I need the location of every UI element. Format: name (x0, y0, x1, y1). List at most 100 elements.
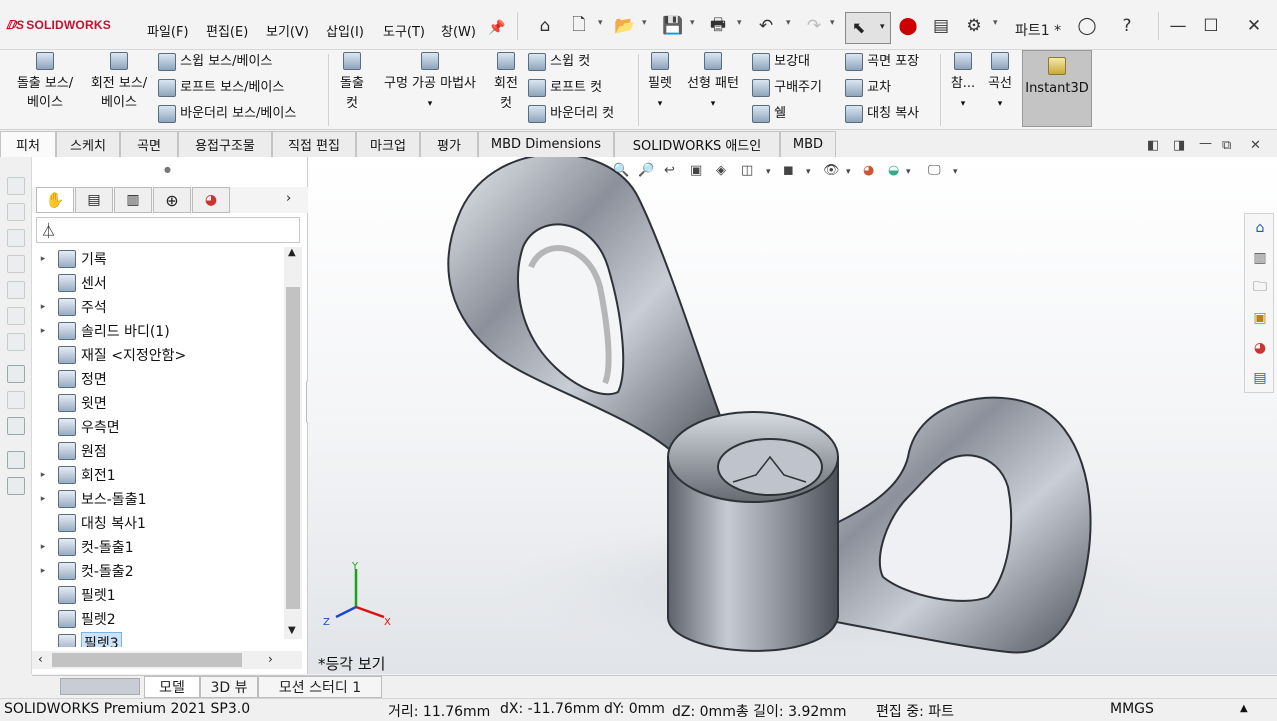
tree-item-fillet3[interactable]: 필렛3 (32, 631, 282, 647)
chevron-down-icon[interactable]: ▾ (375, 94, 485, 114)
redo-icon[interactable]: ↷ (802, 14, 826, 38)
tree-item-fillet2[interactable]: 필렛2 (32, 607, 282, 631)
tool-icon[interactable] (7, 255, 25, 273)
custom-properties-icon[interactable]: ▤ (1250, 368, 1270, 388)
tool-icon[interactable] (7, 477, 25, 495)
chevron-down-icon[interactable]: ▾ (682, 94, 744, 114)
curves-button[interactable]: 곡선 ▾ (985, 52, 1015, 114)
chevron-down-icon[interactable]: ▾ (953, 167, 958, 177)
rib-button[interactable]: 보강대 (752, 52, 810, 72)
chevron-down-icon[interactable]: ▾ (642, 18, 647, 28)
previous-view-icon[interactable]: ↩ (664, 163, 675, 178)
solidworks-logo[interactable]: ⅅS SOLIDWORKS (6, 18, 111, 32)
new-icon[interactable]: 🗋 (567, 14, 591, 38)
tree-item-front-plane[interactable]: 정면 (32, 367, 282, 391)
dimxpert-tab[interactable]: ⊕ (153, 187, 191, 213)
help-icon[interactable]: ? (1115, 14, 1139, 38)
extrude-cut-button[interactable]: 돌출 컷 (337, 52, 367, 114)
file-explorer-icon[interactable]: 🗀 (1250, 278, 1270, 298)
panel-grip-icon[interactable]: ● (164, 165, 171, 174)
tab-3d-view[interactable]: 3D 뷰 (200, 676, 258, 698)
tab-direct-editing[interactable]: 직접 편집 (272, 131, 356, 157)
scroll-thumb[interactable] (286, 287, 300, 609)
scroll-right-icon[interactable]: › (268, 652, 273, 666)
dynamic-annotation-icon[interactable]: ◈ (716, 163, 726, 178)
mirror-button[interactable]: 대칭 복사 (845, 104, 919, 124)
unit-system[interactable]: MMGS (1110, 701, 1154, 717)
tree-item-annotations[interactable]: ▸ 주석 (32, 295, 282, 319)
chevron-down-icon[interactable]: ▾ (737, 18, 742, 28)
tree-item-right-plane[interactable]: 우측면 (32, 415, 282, 439)
tree-item-fillet1[interactable]: 필렛1 (32, 583, 282, 607)
boundary-boss-button[interactable]: 바운더리 보스/베이스 (158, 104, 296, 124)
tree-item-sensors[interactable]: 센서 (32, 271, 282, 295)
scroll-down-icon[interactable]: ▼ (288, 625, 296, 636)
menu-window[interactable]: 창(W) (441, 21, 476, 40)
loft-boss-button[interactable]: 로프트 보스/베이스 (158, 78, 284, 98)
expand-icon[interactable]: ▸ (36, 470, 50, 480)
graphics-viewport[interactable]: 🔍 🔎 ↩ ▣ ◈ ◫ ▾ ◼ ▾ 👁 ▾ ◕ ◒ ▾ 🖵 ▾ Y X Z *등… (308, 157, 1277, 674)
display-manager-tab[interactable]: ◕ (192, 187, 230, 213)
maximize-doc-icon[interactable]: ⧉ (1222, 138, 1231, 153)
tab-features[interactable]: 피처 (0, 131, 56, 157)
view-palette-icon[interactable]: ▣ (1250, 308, 1270, 328)
options-icon[interactable]: ⚙ (962, 14, 986, 38)
minimize-doc-icon[interactable]: — (1199, 136, 1212, 151)
loft-cut-button[interactable]: 로프트 컷 (528, 78, 602, 98)
tab-sketch[interactable]: 스케치 (56, 131, 120, 157)
intersect-button[interactable]: 교차 (845, 78, 891, 98)
extrude-boss-button[interactable]: 돌출 보스/ 베이스 (12, 52, 78, 112)
chevron-down-icon[interactable]: ▾ (830, 18, 835, 28)
tool-icon[interactable] (7, 451, 25, 469)
home-icon[interactable]: ⌂ (1250, 218, 1270, 238)
close-doc-icon[interactable]: ✕ (1250, 138, 1261, 153)
chevron-down-icon[interactable]: ▾ (985, 94, 1015, 114)
menu-view[interactable]: 보기(V) (266, 21, 309, 40)
open-icon[interactable]: 📂 (613, 14, 637, 38)
tool-icon[interactable] (7, 203, 25, 221)
close-icon[interactable]: ✕ (1242, 14, 1266, 38)
tool-icon[interactable] (7, 417, 25, 435)
maximize-icon[interactable]: ☐ (1199, 14, 1223, 38)
tree-item-mirror1[interactable]: 대칭 복사1 (32, 511, 282, 535)
tab-evaluate[interactable]: 평가 (420, 131, 478, 157)
filter-input[interactable]: ⏃ (36, 217, 300, 243)
chevron-down-icon[interactable]: ▾ (786, 18, 791, 28)
expand-icon[interactable]: ▸ (36, 326, 50, 336)
appearances-icon[interactable]: ◕ (1250, 338, 1270, 358)
restore-pane-icon[interactable]: ◧ (1147, 138, 1159, 153)
design-library-icon[interactable]: ▥ (1250, 248, 1270, 268)
expand-icon[interactable]: ▸ (36, 566, 50, 576)
chevron-right-icon[interactable]: › (286, 191, 291, 206)
chevron-down-icon[interactable]: ▾ (806, 167, 811, 177)
tree-item-boss-extrude1[interactable]: ▸ 보스-돌출1 (32, 487, 282, 511)
linear-pattern-button[interactable]: 선형 패턴 ▾ (682, 52, 744, 114)
scroll-thumb[interactable] (52, 653, 242, 667)
chevron-down-icon[interactable]: ▾ (766, 167, 771, 177)
tab-surfaces[interactable]: 곡면 (120, 131, 178, 157)
wrap-button[interactable]: 곡면 포장 (845, 52, 919, 72)
chevron-down-icon[interactable]: ▾ (846, 167, 851, 177)
chevron-down-icon[interactable]: ▾ (645, 94, 675, 114)
hide-show-items-icon[interactable]: 👁 (823, 163, 840, 178)
tool-icon[interactable] (7, 307, 25, 325)
tool-icon[interactable] (7, 229, 25, 247)
tree-item-cut-extrude1[interactable]: ▸ 컷-돌출1 (32, 535, 282, 559)
menu-file[interactable]: 파일(F) (147, 21, 189, 40)
tool-icon[interactable] (7, 365, 25, 383)
file-props-icon[interactable]: ▤ (929, 14, 953, 38)
scroll-up-icon[interactable]: ▲ (288, 247, 296, 258)
feature-manager-tab[interactable]: ✋ (36, 187, 74, 213)
save-icon[interactable]: 💾 (661, 14, 685, 38)
tool-icon[interactable] (7, 391, 25, 409)
menu-edit[interactable]: 편집(E) (206, 21, 248, 40)
tab-navigation-buttons[interactable] (60, 678, 140, 695)
scroll-left-icon[interactable]: ‹ (38, 652, 43, 666)
boundary-cut-button[interactable]: 바운더리 컷 (528, 104, 614, 124)
expand-icon[interactable]: ▸ (36, 542, 50, 552)
tree-item-material[interactable]: 재질 <지정안함> (32, 343, 282, 367)
pin-icon[interactable]: 📌 (488, 20, 505, 36)
reference-geometry-button[interactable]: 참... ▾ (948, 52, 978, 114)
tool-icon[interactable] (7, 281, 25, 299)
chevron-up-icon[interactable]: ▲ (1240, 703, 1248, 714)
